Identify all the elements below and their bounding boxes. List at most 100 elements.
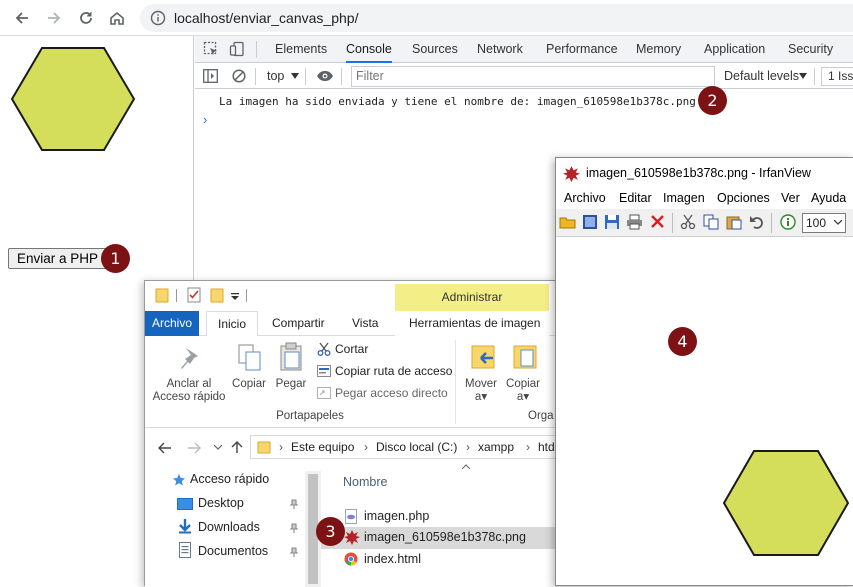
tab-sources[interactable]: Sources — [412, 36, 458, 63]
tab-archivo[interactable]: Archivo — [145, 311, 199, 336]
address-bar[interactable]: localhost/enviar_canvas_php/ — [140, 4, 853, 32]
step-marker-4: 4 — [668, 327, 697, 356]
arrow-right-icon[interactable] — [187, 442, 201, 454]
tab-inicio[interactable]: Inicio — [206, 311, 258, 337]
breadcrumb-item[interactable]: xampp — [478, 440, 514, 454]
tab-security[interactable]: Security — [788, 36, 833, 63]
filter-input[interactable]: Filter — [351, 66, 715, 87]
menu-ayuda[interactable]: Ayuda — [811, 191, 846, 205]
tab-memory[interactable]: Memory — [636, 36, 681, 63]
copy-path-button[interactable]: Copiar ruta de acceso — [335, 364, 452, 378]
tab-network[interactable]: Network — [477, 36, 523, 63]
pin-icon[interactable] — [289, 547, 299, 557]
cut-button[interactable]: Cortar — [335, 342, 368, 356]
address-row: › Este equipo › Disco local (C:) › xampp… — [145, 428, 556, 466]
group-divider — [455, 340, 456, 424]
copy-to-button[interactable]: Copiar a▾ — [503, 378, 543, 404]
tab-elements[interactable]: Elements — [275, 36, 327, 63]
filmstrip-icon[interactable] — [582, 214, 598, 230]
breadcrumb[interactable]: › Este equipo › Disco local (C:) › xampp… — [250, 435, 556, 459]
arrow-right-icon — [48, 12, 61, 24]
dropdown-arrow-icon — [799, 73, 807, 79]
tab-performance[interactable]: Performance — [546, 36, 618, 63]
list-item[interactable]: index.html — [321, 549, 556, 571]
menu-ver[interactable]: Ver — [781, 191, 800, 205]
pin-icon — [181, 348, 198, 369]
nav-item-downloads[interactable]: Downloads — [198, 520, 260, 534]
properties-icon[interactable] — [187, 287, 201, 303]
arrow-up-icon[interactable] — [231, 440, 243, 454]
toolbar-divider — [305, 68, 306, 85]
toolbar-divider — [176, 289, 177, 302]
reload-button[interactable] — [74, 6, 98, 30]
tab-vista[interactable]: Vista — [352, 316, 378, 330]
irfanview-app-icon — [563, 166, 580, 182]
device-toolbar-icon[interactable] — [229, 41, 245, 57]
toolbar-divider — [771, 213, 772, 233]
copy-icon[interactable] — [703, 214, 719, 230]
tab-compartir[interactable]: Compartir — [272, 316, 325, 330]
issues-button[interactable]: 1 Iss — [821, 67, 853, 86]
menu-archivo[interactable]: Archivo — [564, 191, 606, 205]
scissors-icon — [317, 342, 331, 356]
copy-button[interactable]: Copiar — [231, 378, 267, 391]
breadcrumb-item[interactable]: htd — [538, 440, 555, 454]
file-name: imagen.php — [364, 509, 430, 523]
tab-console[interactable]: Console — [346, 36, 392, 63]
nav-item-documents[interactable]: Documentos — [198, 544, 268, 558]
url-text[interactable]: localhost/enviar_canvas_php/ — [174, 10, 358, 26]
send-to-php-button[interactable]: Enviar a PHP — [8, 248, 108, 269]
menu-opciones[interactable]: Opciones — [717, 191, 770, 205]
breadcrumb-item[interactable]: Este equipo — [291, 440, 354, 454]
forward-button[interactable] — [42, 6, 66, 30]
console-message: La imagen ha sido enviada y tiene el nom… — [219, 95, 696, 108]
move-label-line2: a — [474, 391, 482, 403]
paste-button[interactable]: Pegar — [273, 378, 309, 391]
column-header-name[interactable]: Nombre — [343, 475, 387, 489]
list-item[interactable]: imagen_610598e1b378c.png — [321, 527, 556, 549]
chevron-down-icon — [834, 220, 842, 225]
pin-quick-access-button[interactable]: Anclar al Acceso rápido — [151, 378, 227, 404]
irfanview-menubar: Archivo Editar Imagen Opciones Ver Ayuda — [556, 188, 853, 209]
list-item[interactable]: imagen.php — [321, 506, 556, 528]
menu-imagen[interactable]: Imagen — [663, 191, 705, 205]
delete-icon[interactable] — [650, 214, 665, 229]
info-icon[interactable] — [150, 10, 166, 26]
move-to-button[interactable]: Mover a▾ — [461, 378, 501, 404]
back-button[interactable] — [10, 6, 34, 30]
chevron-down-icon[interactable] — [231, 293, 239, 301]
menu-editar[interactable]: Editar — [619, 191, 652, 205]
context-select[interactable]: top — [267, 69, 284, 83]
open-folder-icon[interactable] — [559, 214, 576, 230]
pin-icon[interactable] — [289, 523, 299, 533]
pin-icon[interactable] — [289, 499, 299, 509]
paste-shortcut-button[interactable]: Pegar acceso directo — [335, 386, 448, 400]
nav-item-quick-access[interactable]: Acceso rápido — [190, 472, 269, 486]
new-folder-icon[interactable] — [210, 287, 224, 303]
log-levels-select[interactable]: Default levels — [724, 69, 799, 83]
inspect-icon[interactable] — [203, 41, 219, 57]
sidebar-toggle-icon[interactable] — [203, 69, 218, 83]
toolbar-divider — [256, 41, 257, 58]
home-button[interactable] — [105, 6, 129, 30]
move-label-line1: Mover — [465, 378, 497, 390]
breadcrumb-item[interactable]: Disco local (C:) — [376, 440, 457, 454]
paste-icon[interactable] — [726, 214, 742, 230]
chevron-down-icon[interactable] — [214, 445, 222, 450]
arrow-left-icon[interactable] — [158, 442, 172, 454]
save-icon[interactable] — [604, 214, 620, 230]
cut-icon[interactable] — [680, 214, 696, 230]
copy-to-icon — [513, 345, 537, 369]
eye-icon[interactable] — [316, 70, 334, 82]
tab-herramientas-imagen[interactable]: Herramientas de imagen — [409, 316, 540, 330]
print-icon[interactable] — [626, 214, 643, 230]
zoom-select[interactable]: 100 — [802, 213, 846, 233]
info-icon[interactable] — [780, 214, 796, 230]
nav-item-desktop[interactable]: Desktop — [198, 496, 244, 510]
undo-icon[interactable] — [749, 214, 765, 230]
console-prompt[interactable]: › — [203, 112, 207, 127]
irfanview-file-icon — [344, 530, 360, 545]
clear-console-icon[interactable] — [232, 69, 246, 83]
tab-application[interactable]: Application — [704, 36, 765, 63]
file-list: Nombre imagen.php imagen_610598e1b378c.p… — [321, 464, 556, 587]
